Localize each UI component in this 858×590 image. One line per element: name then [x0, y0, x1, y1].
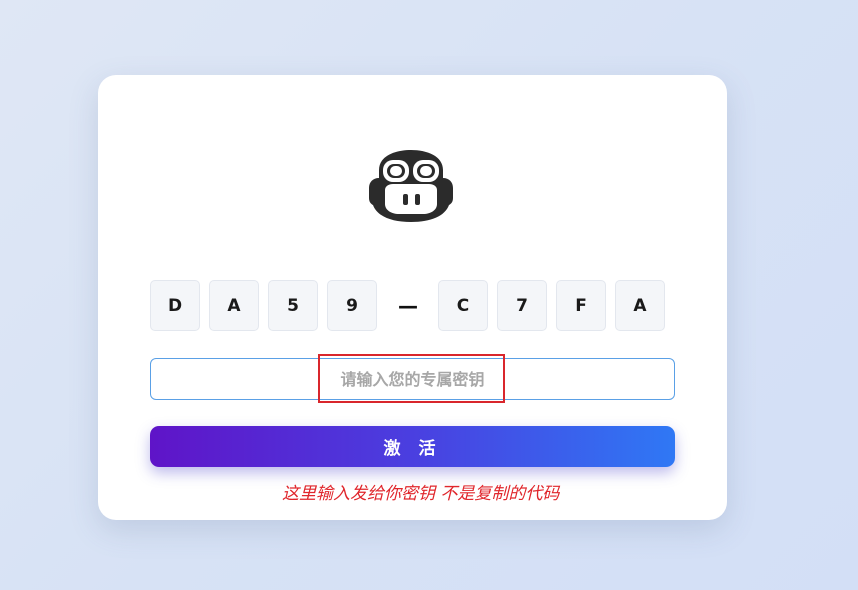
activation-card: D A 5 9 — C 7 F A 激 活 这里输入发给你密钥 不是复制的代码 [98, 75, 727, 520]
code-char: C [438, 280, 488, 331]
code-char: A [615, 280, 665, 331]
code-char: 7 [497, 280, 547, 331]
code-char: F [556, 280, 606, 331]
copilot-icon [369, 150, 453, 222]
annotation-note: 这里输入发给你密钥 不是复制的代码 [282, 484, 560, 504]
code-char: A [209, 280, 259, 331]
code-char: D [150, 280, 200, 331]
key-input[interactable] [150, 358, 675, 400]
code-separator: — [398, 293, 418, 318]
activate-button[interactable]: 激 活 [150, 426, 675, 467]
code-char: 5 [268, 280, 318, 331]
code-char: 9 [327, 280, 377, 331]
